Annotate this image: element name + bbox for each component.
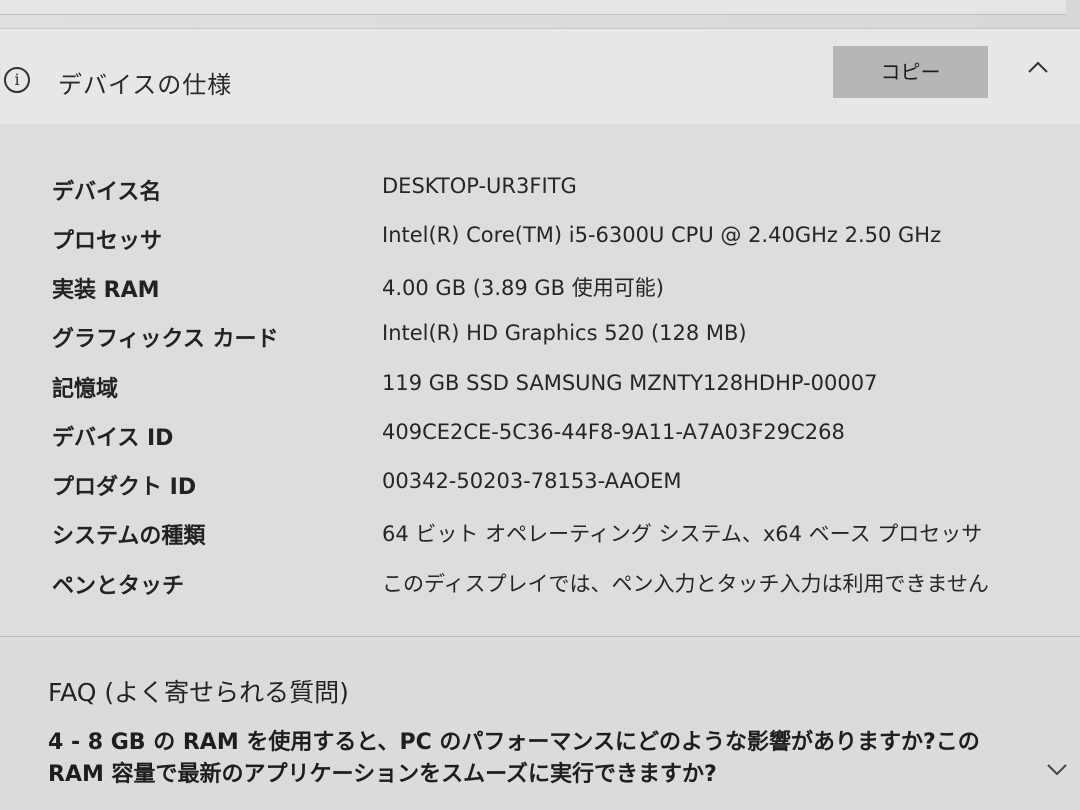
- spec-row-processor: プロセッサ Intel(R) Core(TM) i5-6300U CPU @ 2…: [0, 215, 1080, 255]
- spec-value[interactable]: Intel(R) HD Graphics 520 (128 MB): [382, 321, 747, 345]
- spec-value[interactable]: 119 GB SSD SAMSUNG MZNTY128HDHP-00007: [382, 371, 877, 395]
- spec-row-graphics: グラフィックス カード Intel(R) HD Graphics 520 (12…: [0, 313, 1080, 353]
- settings-page: i デバイスの仕様 コピー デバイス名 DESKTOP-UR3FITG プロセッ…: [0, 0, 1080, 810]
- spec-value[interactable]: 00342-50203-78153-AAOEM: [382, 469, 682, 493]
- spec-value[interactable]: 409CE2CE-5C36-44F8-9A11-A7A03F29C268: [382, 420, 845, 444]
- spec-row-system-type: システムの種類 64 ビット オペレーティング システム、x64 ベース プロセ…: [0, 510, 1080, 550]
- faq-section: FAQ (よく寄せられる質問) 4 - 8 GB の RAM を使用すると、PC…: [0, 637, 1080, 810]
- spec-row-device-name: デバイス名 DESKTOP-UR3FITG: [0, 166, 1080, 206]
- info-icon: i: [4, 67, 30, 93]
- spec-label: デバイス ID: [52, 426, 174, 451]
- spec-row-product-id: プロダクト ID 00342-50203-78153-AAOEM: [0, 461, 1080, 501]
- spec-value[interactable]: DESKTOP-UR3FITG: [382, 174, 577, 198]
- faq-title: FAQ (よく寄せられる質問): [48, 678, 349, 707]
- faq-question-link[interactable]: 4 - 8 GB の RAM を使用すると、PC のパフォーマンスにどのような影…: [48, 727, 1028, 791]
- device-specs-header[interactable]: i デバイスの仕様 コピー: [0, 28, 1080, 126]
- chevron-down-icon[interactable]: [1044, 759, 1070, 779]
- spec-value[interactable]: このディスプレイでは、ペン入力とタッチ入力は利用できません: [382, 568, 989, 598]
- spec-label: システムの種類: [52, 524, 206, 549]
- spec-row-storage: 記憶域 119 GB SSD SAMSUNG MZNTY128HDHP-0000…: [0, 363, 1080, 403]
- section-title: デバイスの仕様: [58, 71, 233, 99]
- spec-row-pen-touch: ペンとタッチ このディスプレイでは、ペン入力とタッチ入力は利用できません: [0, 560, 1080, 600]
- spec-label: 記憶域: [52, 377, 119, 402]
- spec-label: 実装 RAM: [52, 278, 160, 303]
- spec-label: ペンとタッチ: [52, 574, 185, 599]
- spec-row-device-id: デバイス ID 409CE2CE-5C36-44F8-9A11-A7A03F29…: [0, 412, 1080, 452]
- spec-label: グラフィックス カード: [52, 327, 279, 352]
- device-specs-table: デバイス名 DESKTOP-UR3FITG プロセッサ Intel(R) Cor…: [0, 124, 1080, 637]
- chevron-up-icon[interactable]: [1024, 55, 1052, 79]
- spec-label: プロセッサ: [52, 229, 163, 254]
- copy-button[interactable]: コピー: [833, 46, 988, 98]
- previous-section-edge: [0, 0, 1066, 15]
- spec-value[interactable]: 4.00 GB (3.89 GB 使用可能): [382, 272, 664, 302]
- spec-label: プロダクト ID: [52, 475, 197, 500]
- spec-value[interactable]: 64 ビット オペレーティング システム、x64 ベース プロセッサ: [382, 518, 982, 548]
- spec-value[interactable]: Intel(R) Core(TM) i5-6300U CPU @ 2.40GHz…: [382, 223, 941, 247]
- spec-label: デバイス名: [52, 180, 162, 205]
- spec-row-ram: 実装 RAM 4.00 GB (3.89 GB 使用可能): [0, 264, 1080, 304]
